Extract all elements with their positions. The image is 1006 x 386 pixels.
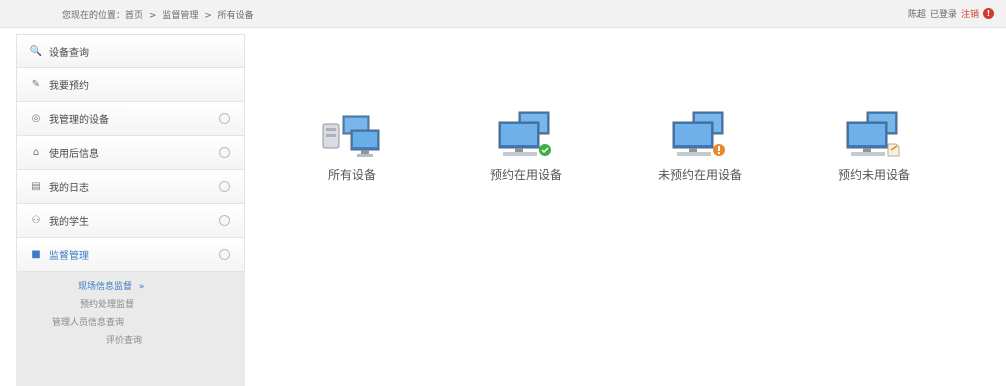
submenu-item-label: 评价查询 [106,336,143,346]
submenu-item-label: 管理人员信息查询 [52,318,125,328]
sidebar-item-managed-devices[interactable]: ◎ 我管理的设备 [16,102,245,136]
reserved-in-use-icon [456,110,596,160]
card-all-devices[interactable]: 所有设备 [282,110,422,183]
double-arrow-icon: » [138,282,145,292]
all-devices-icon [282,110,422,160]
card-unreserved-in-use[interactable]: 未预约在用设备 [630,110,770,183]
device-categories: 所有设备 预约在用设备 未预约在用设备 预约未用设备 [270,110,990,200]
expand-toggle-icon[interactable] [219,249,230,260]
submenu-item-label: 现场信息监督 [78,282,133,292]
user-status: 陈超 已登录 注销 ! [908,7,994,20]
sidebar-item-supervision[interactable]: ■ 监督管理 [16,238,245,272]
expand-toggle-icon[interactable] [219,147,230,158]
card-reserved-unused[interactable]: 预约未用设备 [804,110,944,183]
expand-toggle-icon[interactable] [219,181,230,192]
sidebar-item-label: 我的学生 [49,217,89,228]
expand-toggle-icon[interactable] [219,215,230,226]
sidebar-item-label: 监督管理 [49,251,89,262]
sidebar-item-reservation[interactable]: ✎ 我要预约 [16,68,245,102]
sidebar-item-my-log[interactable]: ▤ 我的日志 [16,170,245,204]
breadcrumb-item-supervision[interactable]: 监督管理 [162,11,198,21]
sidebar: 🔍 设备查询 ✎ 我要预约 ◎ 我管理的设备 ⌂ 使用后信息 ▤ 我的日志 ⚇ … [16,34,245,386]
breadcrumb-separator: > [204,11,212,21]
reserved-unused-icon [804,110,944,160]
card-label: 预约在用设备 [489,168,562,182]
user-name: 陈超 [907,10,926,20]
bank-icon: ⌂ [32,147,40,158]
expand-toggle-icon[interactable] [219,113,230,124]
breadcrumb-item-all-devices: 所有设备 [217,11,254,21]
eye-icon: ◎ [31,113,41,124]
breadcrumb-item-location[interactable]: 您现在的位置：首页 [62,11,143,21]
sidebar-item-device-search[interactable]: 🔍 设备查询 [16,34,245,68]
pencil-icon: ✎ [31,79,41,90]
alert-icon[interactable]: ! [983,8,994,19]
login-status: 已登录 [929,10,957,20]
sidebar-item-usage-info[interactable]: ⌂ 使用后信息 [16,136,245,170]
top-bar: 您现在的位置：首页 > 监督管理 > 所有设备 陈超 已登录 注销 ! [0,0,1006,28]
sidebar-item-label: 我管理的设备 [49,115,109,126]
sidebar-item-label: 我的日志 [49,183,89,194]
card-label: 所有设备 [327,168,376,182]
submenu-item-manager-info-query[interactable]: 管理人员信息查询 [16,314,245,332]
sidebar-item-label: 设备查询 [49,47,89,59]
card-label: 未预约在用设备 [657,168,742,182]
card-label: 预约未用设备 [837,168,910,182]
logout-link[interactable]: 注销 [961,7,979,20]
search-icon: 🔍 [29,45,43,57]
users-icon: ⚇ [31,215,41,226]
breadcrumb-separator: > [148,11,157,21]
sidebar-item-label: 我要预约 [49,81,89,92]
sidebar-item-my-students[interactable]: ⚇ 我的学生 [16,204,245,238]
card-reserved-in-use[interactable]: 预约在用设备 [456,110,596,183]
submenu-item-label: 预约处理监督 [80,300,135,310]
log-icon: ▤ [31,181,41,192]
submenu-item-onsite-monitoring[interactable]: 现场信息监督 » [16,278,245,296]
supervision-submenu: 现场信息监督 » 预约处理监督 管理人员信息查询 评价查询 [16,272,245,386]
submenu-item-reservation-monitoring[interactable]: 预约处理监督 [16,296,245,314]
unreserved-in-use-icon [630,110,770,160]
submenu-item-evaluation-query[interactable]: 评价查询 [16,332,245,350]
breadcrumb: 您现在的位置：首页 > 监督管理 > 所有设备 [62,8,257,21]
camera-icon: ■ [31,249,41,260]
sidebar-item-label: 使用后信息 [49,149,99,160]
